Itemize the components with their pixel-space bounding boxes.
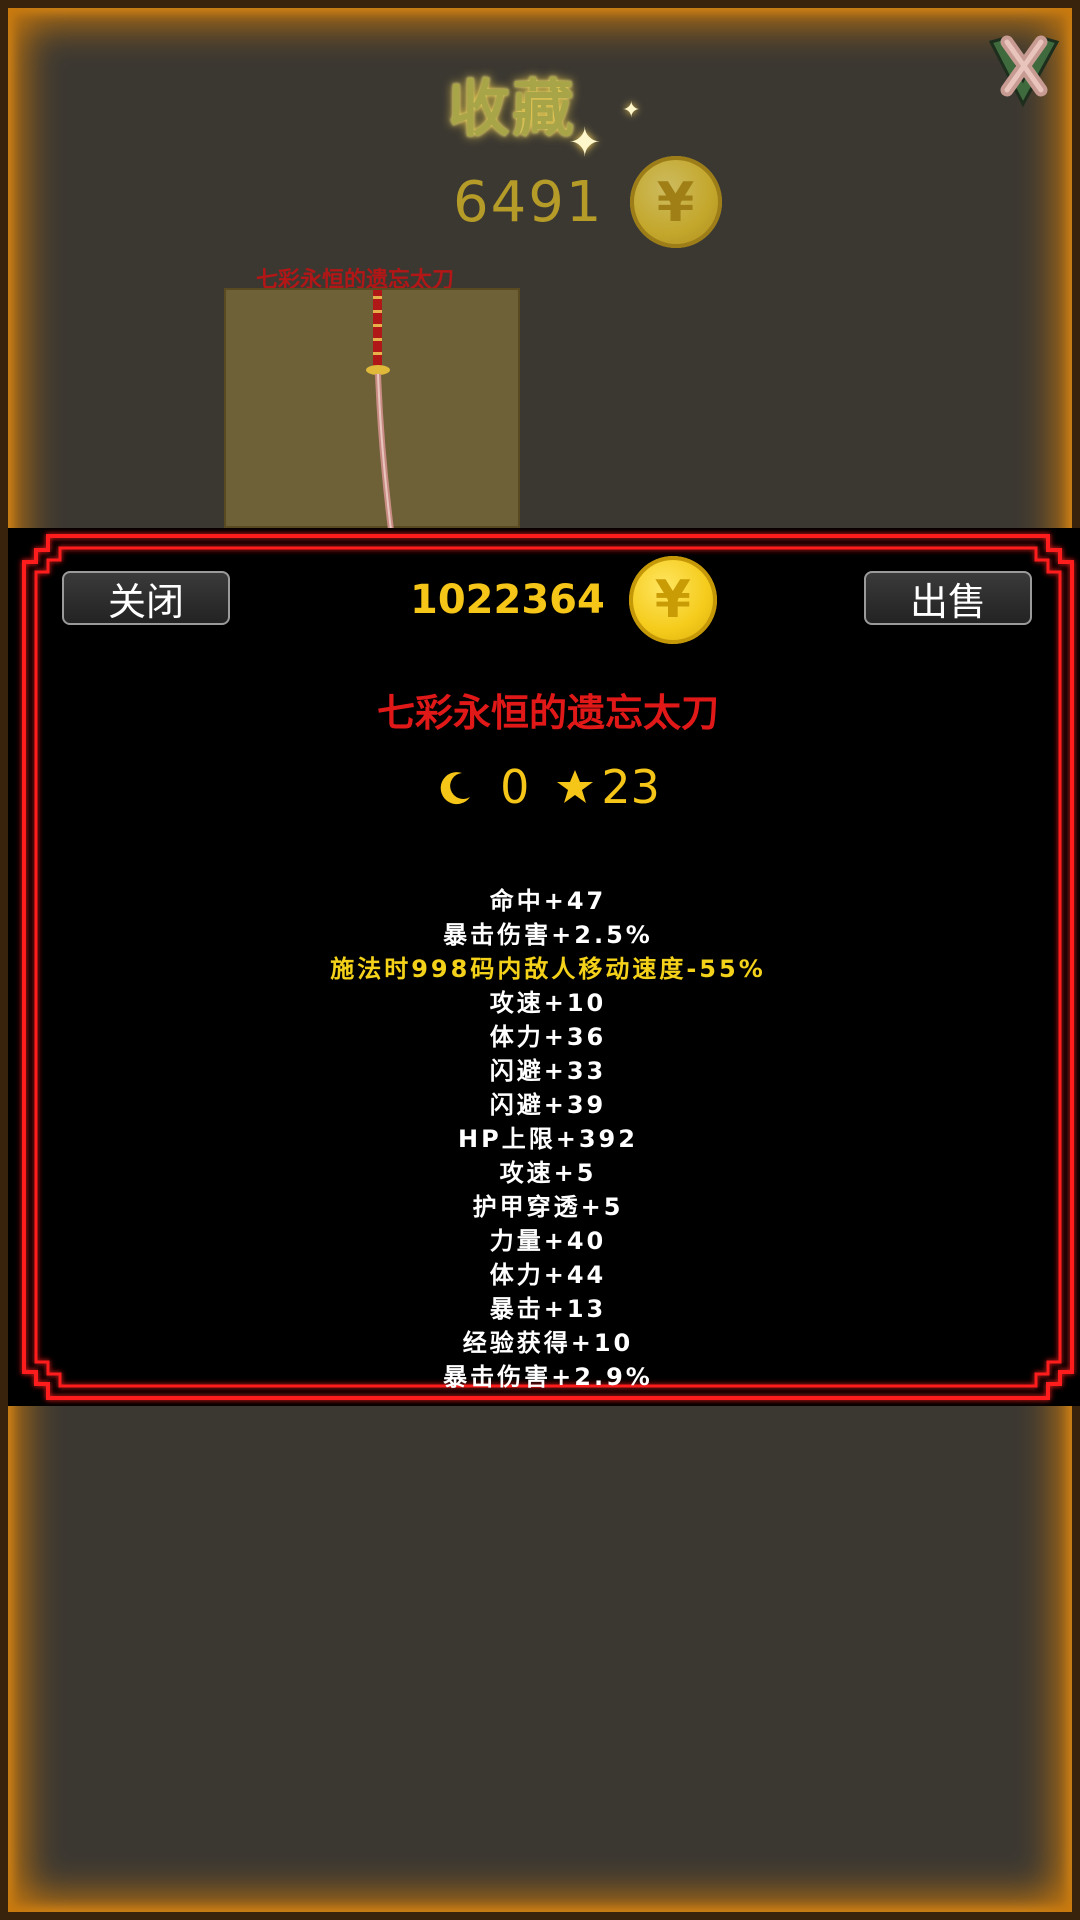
- stat-line: 暴击伤害+2.9%: [443, 1363, 653, 1391]
- stat-line: HP上限+392: [458, 1125, 638, 1153]
- stat-line: 闪避+39: [489, 1091, 607, 1119]
- stats-list: 命中+47 暴击伤害+2.5% 施法时998码内敌人移动速度-55% 攻速+10 体力+…: [8, 884, 1080, 1394]
- stat-line: 攻速+10: [489, 989, 607, 1017]
- collection-screen: 收藏 ✦ ✦ 6491 ¥ 七彩永恒的遗忘太刀 关闭 出售 1022364 ¥ …: [0, 0, 1080, 1920]
- stat-line: 体力+44: [489, 1261, 607, 1289]
- coin-symbol: ¥: [656, 170, 695, 234]
- money-counter: 1022364 ¥: [410, 556, 717, 644]
- stat-line: 命中+47: [489, 887, 607, 915]
- stat-line: 经验获得+10: [462, 1329, 634, 1357]
- money-value: 1022364: [410, 577, 605, 623]
- sparkle-icon: ✦: [622, 98, 641, 123]
- collection-title: 收藏: [448, 72, 577, 145]
- sell-button[interactable]: 出售: [864, 571, 1032, 625]
- top-coin-value: 6491: [453, 169, 604, 235]
- item-detail-popup: 关闭 出售 1022364 ¥ 七彩永恒的遗忘太刀 0 23 命中+47 暴击伤害…: [8, 528, 1080, 1406]
- stat-line: 力量+40: [489, 1227, 607, 1255]
- top-coin-counter: 6491 ¥: [453, 156, 722, 248]
- stat-line: 体力+36: [489, 1023, 607, 1051]
- close-button[interactable]: 关闭: [62, 571, 230, 625]
- star-icon: [557, 770, 594, 803]
- item-name: 七彩永恒的遗忘太刀: [376, 691, 719, 735]
- stat-line: 攻速+5: [499, 1159, 597, 1187]
- stat-line: 护甲穿透+5: [472, 1193, 624, 1221]
- stat-line: 闪避+33: [489, 1057, 607, 1085]
- stat-line: 暴击+13: [489, 1295, 607, 1323]
- item-levels: 0 23: [8, 760, 1080, 814]
- katana-icon: [366, 290, 394, 530]
- moon-level: 0: [500, 760, 530, 814]
- coin-symbol: ¥: [654, 570, 691, 630]
- stat-line: 暴击伤害+2.5%: [443, 921, 653, 949]
- star-level: 23: [601, 760, 660, 814]
- stat-line: 施法时998码内敌人移动速度-55%: [330, 955, 766, 983]
- close-x-icon[interactable]: [983, 28, 1065, 110]
- coin-icon: ¥: [628, 556, 717, 644]
- moon-icon: [440, 772, 471, 805]
- coin-icon: ¥: [629, 156, 722, 248]
